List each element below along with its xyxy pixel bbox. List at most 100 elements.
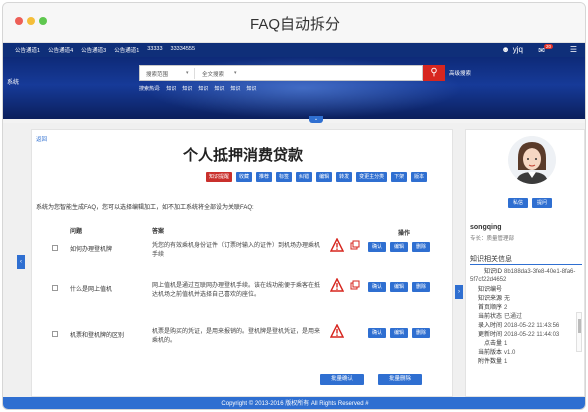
content-area: ‹ 返回 个人抵押消费贷款 知识提醒 收藏 推荐 标签 纠错 编辑 转发 变更主…: [3, 123, 585, 397]
copy-icon[interactable]: [350, 240, 360, 250]
faq-hint-text: 系统为您智能生成FAQ，您可以选择编辑加工，如不加工系统将全部设为关联FAQ:: [36, 205, 254, 211]
info-key: 更新时间: [477, 332, 502, 338]
row-actions: 确认 编辑 删除: [368, 328, 430, 338]
info-row: 首页顺序 2: [470, 304, 582, 312]
chevron-down-icon: ▾: [234, 70, 237, 76]
back-link[interactable]: 返回: [36, 135, 47, 143]
right-panel-toggle[interactable]: ›: [455, 285, 463, 299]
report-error-button[interactable]: 纠错: [296, 172, 313, 182]
row-actions: 确认 编辑 删除: [368, 242, 430, 252]
delete-button[interactable]: 删除: [412, 282, 430, 292]
info-value: 已通过: [504, 314, 523, 320]
collapse-banner-button[interactable]: ⌄: [309, 116, 323, 123]
hot-word[interactable]: 知识: [166, 85, 176, 92]
info-row: 知识来源无: [470, 295, 582, 303]
ask-question-button[interactable]: 提问: [532, 198, 552, 208]
knowledge-reminder-button[interactable]: 知识提醒: [206, 172, 233, 182]
forward-button[interactable]: 转发: [336, 172, 353, 182]
info-row: 附件数量 1: [470, 358, 582, 366]
announcement-link[interactable]: 公告通道3: [81, 46, 106, 54]
hot-word[interactable]: 知识: [198, 85, 208, 92]
private-message-button[interactable]: 私信: [508, 198, 528, 208]
edit-row-button[interactable]: 编辑: [390, 328, 408, 338]
search-button[interactable]: ⚲: [423, 65, 445, 81]
version-button[interactable]: 版本: [411, 172, 428, 182]
info-row: 更新时间 2018-05-22 11:44:03: [470, 331, 582, 339]
faq-answer: 网上值机是通过互联网办理登机手续。该在线功能便于乘客在抵达机场之前值机并选择自己…: [152, 283, 321, 298]
announcement-link[interactable]: 公告通道1: [15, 46, 40, 54]
row-checkbox[interactable]: [52, 245, 58, 251]
column-header-answer: 答案: [152, 229, 165, 235]
warning-icon[interactable]: [330, 238, 344, 252]
advanced-search-link[interactable]: 高级搜索: [449, 69, 471, 77]
row-actions: 确认 编辑 删除: [368, 282, 430, 292]
avatar: [508, 136, 556, 184]
info-key: 知识编号: [477, 287, 502, 293]
hot-words-label: 搜索热词:: [139, 86, 161, 92]
user-icon: ☻: [501, 45, 510, 54]
announcement-link[interactable]: 公告通道1: [114, 46, 139, 54]
info-value: 1: [504, 359, 508, 365]
favorite-button[interactable]: 收藏: [236, 172, 253, 182]
confirm-button[interactable]: 确认: [368, 328, 386, 338]
chevron-down-icon: ▾: [186, 70, 189, 76]
info-value: 2018-05-22 11:44:03: [504, 332, 560, 338]
delete-button[interactable]: 删除: [412, 242, 430, 252]
main-panel: 返回 个人抵押消费贷款 知识提醒 收藏 推荐 标签 纠错 编辑 转发 变更主分类…: [31, 129, 453, 397]
info-row: 知识ID 8b188da3-3fe8-40e1-8fa6-5f7cf22d4652: [470, 268, 582, 284]
confirm-button[interactable]: 确认: [368, 242, 386, 252]
tag-button[interactable]: 标签: [276, 172, 293, 182]
unpublish-button[interactable]: 下架: [391, 172, 408, 182]
hot-word[interactable]: 知识: [230, 85, 240, 92]
announcement-links: 公告通道1 公告通道4 公告通道3 公告通道1 33333 33334555: [15, 46, 195, 54]
side-panel: 私信 提问 songqing 专长：质量管理部 知识相关信息 知识ID 8b188…: [465, 129, 585, 397]
window-title: FAQ自动拆分: [249, 16, 340, 33]
top-nav-bar: 公告通道1 公告通道4 公告通道3 公告通道1 33333 33334555 ☻…: [3, 43, 585, 57]
info-key: 知识来源: [477, 296, 502, 302]
user-menu[interactable]: ☻ yjq: [501, 45, 523, 54]
edit-row-button[interactable]: 编辑: [390, 242, 408, 252]
column-header-question: 问题: [70, 229, 83, 235]
section-title: 知识相关信息: [470, 256, 512, 263]
search-icon: ⚲: [430, 67, 438, 78]
edit-button[interactable]: 编辑: [316, 172, 333, 182]
search-type-select[interactable]: 全文搜索: [202, 70, 224, 78]
search-scope-select[interactable]: 搜索范围: [146, 70, 168, 78]
scrollbar-thumb[interactable]: [578, 319, 581, 333]
recommend-button[interactable]: 推荐: [256, 172, 273, 182]
copy-icon[interactable]: [350, 280, 360, 290]
info-value: v1.0: [504, 350, 516, 356]
edit-row-button[interactable]: 编辑: [390, 282, 408, 292]
announcement-link[interactable]: 公告通道4: [48, 46, 73, 54]
info-scrollbar[interactable]: [576, 312, 582, 352]
info-key: 录入时间: [477, 323, 502, 329]
batch-delete-button[interactable]: 批量删除: [378, 374, 422, 385]
footer: Copyright © 2013-2016 版权所有 All Rights Re…: [3, 397, 585, 409]
hot-word[interactable]: 知识: [246, 85, 256, 92]
warning-icon[interactable]: [330, 324, 344, 338]
warning-icon[interactable]: [330, 278, 344, 292]
row-checkbox[interactable]: [52, 331, 58, 337]
announcement-link[interactable]: 33333: [147, 46, 162, 54]
menu-icon[interactable]: ☰: [570, 45, 577, 54]
search-box[interactable]: 搜索范围 ▾ 全文搜索 ▾: [139, 65, 423, 81]
row-checkbox[interactable]: [52, 285, 58, 291]
profile-actions: 私信 提问: [508, 198, 552, 208]
info-key: 当前版本: [477, 350, 502, 356]
left-panel-toggle[interactable]: ‹: [17, 255, 25, 269]
info-key: 知识ID: [483, 269, 502, 275]
info-key: 首页顺序: [477, 305, 502, 311]
announcement-link[interactable]: 33334555: [171, 46, 195, 54]
hot-word[interactable]: 知识: [182, 85, 192, 92]
delete-button[interactable]: 删除: [412, 328, 430, 338]
notification-badge: 20: [543, 44, 553, 49]
avatar-illustration: [508, 136, 556, 184]
faq-question: 如何办理登机牌: [70, 247, 113, 253]
batch-confirm-button[interactable]: 批量确认: [320, 374, 364, 385]
app-window: FAQ自动拆分 公告通道1 公告通道4 公告通道3 公告通道1 33333 33…: [2, 2, 586, 410]
hot-word[interactable]: 知识: [214, 85, 224, 92]
change-category-button[interactable]: 变更主分类: [356, 172, 388, 182]
confirm-button[interactable]: 确认: [368, 282, 386, 292]
page-title: 个人抵押消费贷款: [182, 147, 303, 164]
info-row: 点击量 1: [470, 340, 582, 348]
